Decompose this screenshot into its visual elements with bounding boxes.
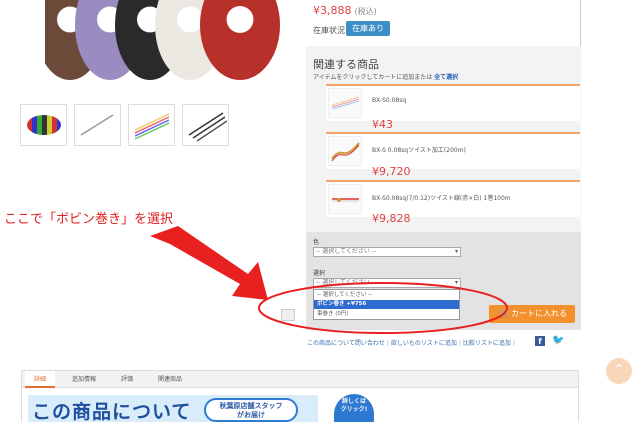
scroll-to-top-button[interactable]: ⌃ [606, 358, 632, 384]
banner-staff-badge: 秋葉原店舗スタッフ がお届け [204, 398, 298, 422]
tab-reviews[interactable]: 評価 [112, 371, 142, 388]
annotation-ellipse [258, 282, 508, 334]
annotation-text: ここで「ボビン巻き」を選択 [4, 212, 174, 227]
tab-related-products[interactable]: 関連商品 [150, 371, 190, 388]
banner-click-badge[interactable]: 詳しくは クリック! [334, 394, 374, 422]
tab-bar [22, 371, 578, 388]
banner-title: この商品について [32, 401, 192, 422]
annotation-arrow [150, 226, 268, 300]
tab-details[interactable]: 詳細 [25, 371, 55, 388]
tab-additional-info[interactable]: 追加情報 [64, 371, 104, 388]
